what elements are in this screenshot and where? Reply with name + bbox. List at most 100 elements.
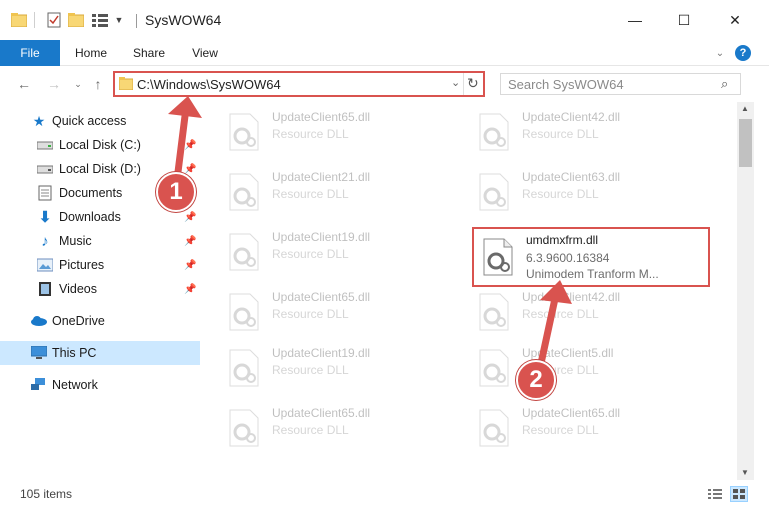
file-type: Resource DLL [272,307,349,321]
file-item[interactable]: UpdateClient65.dll Resource DLL [220,402,456,456]
minimize-icon: — [628,12,642,28]
file-version: 6.3.9600.16384 [526,251,610,265]
navigation-bar: ← → ⌄ ↑ C:\Windows\SysWOW64 ⌄ ↻ Search S… [0,66,769,102]
sidebar-item-quick-access[interactable]: ★ Quick access [0,109,200,133]
close-icon: ✕ [729,11,741,28]
file-type: Resource DLL [522,423,599,437]
dll-file-icon [478,237,518,277]
pin-icon[interactable]: 📌 [184,236,196,247]
computer-icon [31,345,47,361]
pin-icon[interactable]: 📌 [184,260,196,271]
file-item[interactable]: UpdateClient21.dll Resource DLL [220,166,456,220]
file-type: Resource DLL [272,423,349,437]
tab-share[interactable]: Share [126,40,172,66]
dll-file-icon [474,172,514,212]
folder-icon [118,76,134,93]
file-item[interactable]: UpdateClient19.dll Resource DLL [220,226,456,280]
file-item[interactable]: UpdateClient65.dll Resource DLL [220,286,456,340]
chevron-down-icon[interactable]: ⌄ [712,45,728,61]
properties-icon[interactable] [44,10,64,30]
search-icon: ⌕ [721,76,729,91]
scrollbar-thumb[interactable] [739,119,752,167]
tab-home[interactable]: Home [68,40,114,66]
sidebar-item-label: Music [59,234,92,248]
forward-icon[interactable]: → [44,74,64,94]
navigation-pane: ★ Quick access Local Disk (C:) 📌 Local D… [0,102,200,480]
file-name: umdmxfrm.dll [526,233,599,247]
sidebar-item-label: This PC [52,346,97,360]
details-view-icon[interactable] [708,488,722,503]
vertical-scrollbar[interactable]: ▲ ▼ [737,102,754,480]
music-icon: ♪ [41,232,49,250]
file-item[interactable]: UpdateClient65.dll Resource DLL [220,106,456,160]
download-icon: ⬇ [38,209,52,226]
divider [34,12,35,28]
file-item[interactable]: UpdateClient42.dll Resource DLL [470,286,706,340]
status-bar: 105 items [0,480,769,518]
address-bar[interactable]: C:\Windows\SysWOW64 ⌄ ↻ [113,71,485,97]
chevron-down-icon[interactable]: ⌄ [451,76,460,89]
file-name: UpdateClient65.dll [272,406,371,420]
tab-file[interactable]: File [0,40,60,66]
dll-file-icon [474,348,514,388]
sidebar-item-this-pc[interactable]: This PC [0,341,200,365]
refresh-icon[interactable]: ↻ [467,75,479,92]
pin-icon[interactable]: 📌 [184,164,196,175]
divider [463,73,464,95]
callout-badge-1: 1 [156,172,196,212]
dll-file-icon [474,292,514,332]
sidebar-item-pictures[interactable]: Pictures 📌 [0,253,200,277]
customize-toolbar-icon[interactable]: ▼ [112,10,126,30]
file-item[interactable]: UpdateClient65.dll Resource DLL [470,402,706,456]
file-name: UpdateClient21.dll [272,170,371,184]
file-type: Resource DLL [522,127,599,141]
sidebar-item-label: Network [52,378,98,392]
minimize-button[interactable]: — [612,0,658,40]
sidebar-item-label: Documents [59,186,123,200]
file-type: Resource DLL [272,127,349,141]
sidebar-item-network[interactable]: Network [0,373,200,397]
sidebar-item-music[interactable]: ♪ Music 📌 [0,229,200,253]
window-title: SysWOW64 [145,12,222,28]
cloud-icon [31,313,47,329]
scroll-up-icon[interactable]: ▲ [741,104,749,113]
scroll-down-icon[interactable]: ▼ [741,468,749,477]
file-type: Resource DLL [522,187,599,201]
sidebar-item-onedrive[interactable]: OneDrive [0,309,200,333]
file-item[interactable]: UpdateClient5.dll Resource DLL [470,342,706,396]
address-text: C:\Windows\SysWOW64 [137,77,281,92]
sidebar-item-label: Local Disk (C:) [59,138,141,152]
back-icon[interactable]: ← [14,74,34,94]
file-name: UpdateClient19.dll [272,346,371,360]
dll-file-icon [224,172,264,212]
view-menu-icon[interactable] [90,10,110,30]
item-count: 105 items [20,487,73,501]
dll-file-icon [474,408,514,448]
tab-view[interactable]: View [184,40,226,66]
file-item[interactable]: UpdateClient19.dll Resource DLL [220,342,456,396]
pin-icon[interactable]: 📌 [184,140,196,151]
search-input[interactable]: Search SysWOW64 ⌕ [500,73,741,95]
recent-locations-icon[interactable]: ⌄ [68,74,88,94]
pictures-icon [37,257,53,273]
file-name: UpdateClient65.dll [522,406,621,420]
sidebar-item-videos[interactable]: Videos 📌 [0,277,200,301]
file-item[interactable]: UpdateClient42.dll Resource DLL [470,106,706,160]
pin-icon[interactable]: 📌 [184,284,196,295]
file-item-umdmxfrm[interactable]: umdmxfrm.dll 6.3.9600.16384 Unimodem Tra… [472,227,710,287]
pin-icon[interactable]: 📌 [184,212,196,223]
maximize-button[interactable]: ☐ [661,0,707,40]
up-icon[interactable]: ↑ [88,74,108,94]
sidebar-item-label: Downloads [59,210,121,224]
network-icon [31,377,47,393]
help-icon[interactable]: ? [735,45,751,61]
sidebar-item-label: Pictures [59,258,105,272]
file-item[interactable]: UpdateClient63.dll Resource DLL [470,166,706,220]
close-button[interactable]: ✕ [712,0,758,40]
file-name: UpdateClient42.dll [522,110,621,124]
tiles-view-icon[interactable] [730,486,748,502]
divider [136,14,137,28]
sidebar-item-local-disk-c[interactable]: Local Disk (C:) 📌 [0,133,200,157]
new-folder-icon[interactable] [66,10,86,30]
title-bar: ▼ SysWOW64 — ☐ ✕ [0,0,769,40]
